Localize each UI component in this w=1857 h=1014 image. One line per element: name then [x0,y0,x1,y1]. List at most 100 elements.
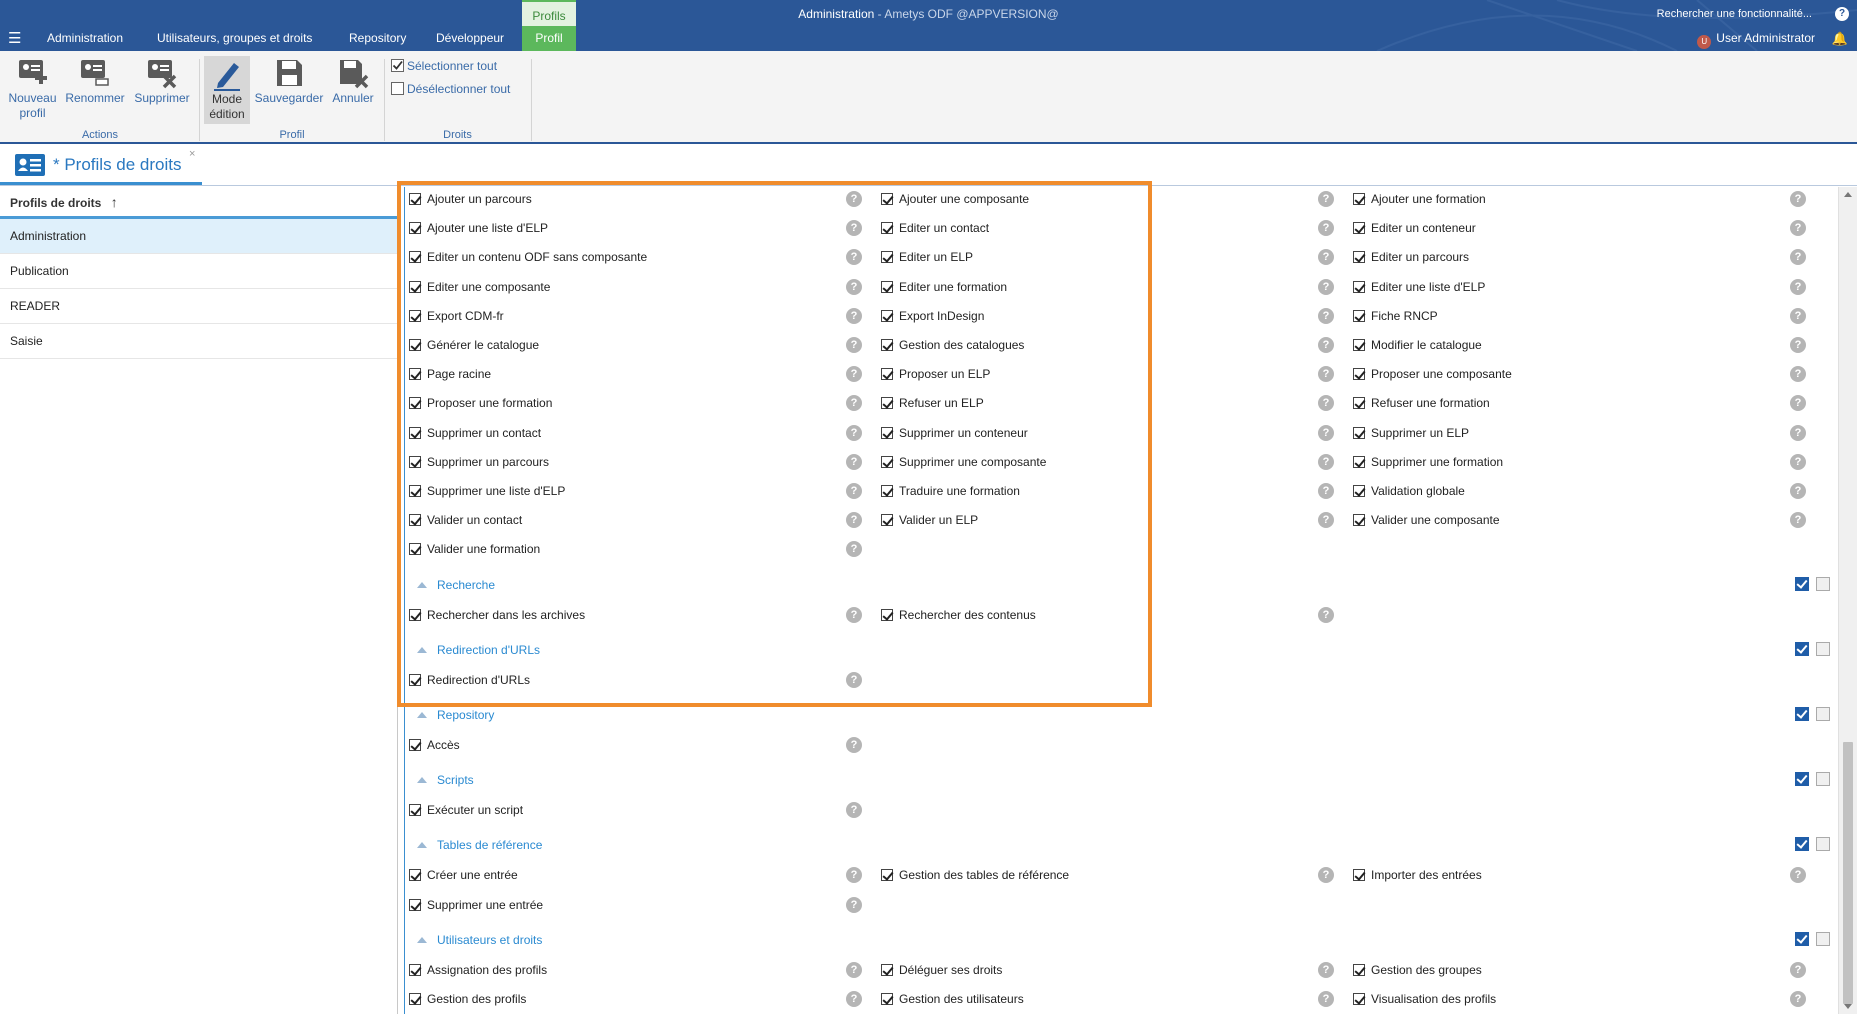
checkbox-checked-icon[interactable] [881,222,893,235]
help-icon[interactable]: ? [1790,307,1806,324]
collapse-arrow-icon[interactable] [417,712,427,718]
help-icon[interactable]: ? [1318,453,1334,470]
edit-mode-button[interactable]: Mode édition [204,56,250,124]
help-icon[interactable]: ? [1318,249,1334,266]
help-icon[interactable]: ? [1790,512,1806,529]
help-icon[interactable]: ? [1790,483,1806,499]
checkbox-checked-icon[interactable] [881,339,893,351]
category-header[interactable]: Recherche [417,578,495,592]
sort-ascending-icon[interactable]: ↑ [111,194,118,210]
checkbox-checked-icon[interactable] [1353,426,1365,439]
checkbox-checked-icon[interactable] [409,251,421,264]
help-icon[interactable]: ? [846,483,862,499]
menu-icon[interactable]: ☰ [8,31,21,46]
close-icon[interactable]: × [189,148,195,160]
help-icon[interactable]: ? [1790,424,1806,441]
right-checkbox[interactable]: Proposer un ELP [881,367,990,381]
category-header[interactable]: Scripts [417,773,474,787]
profiles-grid-header[interactable]: Profils de droits ↑ [0,187,397,219]
right-checkbox[interactable]: Gestion des groupes [1353,963,1482,977]
help-icon[interactable]: ? [846,606,862,623]
help-icon[interactable]: ? [1318,395,1334,412]
right-checkbox[interactable]: Valider une formation [409,542,540,556]
right-checkbox[interactable]: Ajouter une composante [881,192,1029,206]
checkbox-checked-icon[interactable] [409,804,421,817]
right-checkbox[interactable]: Editer un conteneur [1353,221,1476,235]
help-icon[interactable]: ? [1318,991,1334,1007]
help-icon[interactable]: ? [846,424,862,441]
help-icon[interactable]: ? [1790,220,1806,237]
cancel-button[interactable]: Annuler [328,56,378,106]
right-checkbox[interactable]: Refuser un ELP [881,396,984,410]
right-checkbox[interactable]: Supprimer une formation [1353,455,1503,469]
deselect-all-button[interactable]: Désélectionner tout [391,82,510,96]
help-icon[interactable]: ? [1318,606,1334,623]
collapse-arrow-icon[interactable] [417,646,427,653]
scroll-up-arrow-icon[interactable] [1844,192,1852,197]
right-checkbox[interactable]: Gestion des catalogues [881,338,1024,352]
checkbox-checked-icon[interactable] [881,963,893,976]
checkbox-checked-icon[interactable] [409,426,421,439]
tab-developer[interactable]: Développeur [436,31,504,45]
collapse-arrow-icon[interactable] [417,777,427,784]
checkbox-checked-icon[interactable] [409,673,421,686]
right-checkbox[interactable]: Importer des entrées [1353,868,1482,882]
right-checkbox[interactable]: Exécuter un script [409,803,523,817]
right-checkbox[interactable]: Editer une formation [881,280,1007,294]
checkbox-checked-icon[interactable] [409,193,421,205]
category-deselect-all-checkbox[interactable] [1816,707,1830,721]
right-checkbox[interactable]: Supprimer un conteneur [881,426,1028,440]
checkbox-checked-icon[interactable] [409,280,421,293]
checkbox-checked-icon[interactable] [409,397,421,410]
category-header[interactable]: Tables de référence [417,838,542,852]
right-checkbox[interactable]: Traduire une formation [881,484,1020,498]
checkbox-checked-icon[interactable] [1353,339,1365,351]
right-checkbox[interactable]: Accès [409,738,460,752]
checkbox-checked-icon[interactable] [1353,963,1365,976]
right-checkbox[interactable]: Editer un ELP [881,250,973,264]
right-checkbox[interactable]: Refuser une formation [1353,396,1490,410]
right-checkbox[interactable]: Supprimer une composante [881,455,1046,469]
checkbox-checked-icon[interactable] [881,397,893,410]
tab-users-groups-rights[interactable]: Utilisateurs, groupes et droits [157,31,312,45]
checkbox-checked-icon[interactable] [409,869,421,882]
help-icon[interactable]: ? [1790,867,1806,884]
save-button[interactable]: Sauvegarder [253,56,325,106]
right-checkbox[interactable]: Valider un contact [409,513,522,527]
right-checkbox[interactable]: Gestion des utilisateurs [881,992,1024,1006]
help-icon[interactable]: ? [1318,337,1334,353]
checkbox-checked-icon[interactable] [409,455,421,468]
checkbox-checked-icon[interactable] [1353,251,1365,264]
help-icon[interactable]: ? [846,395,862,412]
profile-row-publication[interactable]: Publication [0,254,397,289]
checkbox-checked-icon[interactable] [409,963,421,976]
checkbox-checked-icon[interactable] [409,739,421,751]
checkbox-checked-icon[interactable] [881,426,893,439]
right-checkbox[interactable]: Redirection d'URLs [409,673,530,687]
right-checkbox[interactable]: Générer le catalogue [409,338,539,352]
right-checkbox[interactable]: Valider un ELP [881,513,978,527]
help-icon[interactable]: ? [846,337,862,353]
help-icon[interactable]: ? [1318,220,1334,237]
scrollbar-thumb[interactable] [1843,742,1853,1004]
checkbox-checked-icon[interactable] [409,993,421,1005]
right-checkbox[interactable]: Gestion des profils [409,992,526,1006]
help-icon[interactable]: ? [846,249,862,266]
right-checkbox[interactable]: Editer une composante [409,280,550,294]
checkbox-checked-icon[interactable] [881,485,893,497]
help-icon[interactable]: ? [1318,278,1334,295]
right-checkbox[interactable]: Export CDM-fr [409,309,504,323]
help-icon[interactable]: ? [1318,483,1334,499]
checkbox-checked-icon[interactable] [881,251,893,264]
right-checkbox[interactable]: Ajouter une liste d'ELP [409,221,548,235]
help-icon[interactable]: ? [1790,278,1806,295]
help-icon[interactable]: ? [846,802,862,819]
right-checkbox[interactable]: Supprimer un contact [409,426,541,440]
checkbox-checked-icon[interactable] [409,368,421,381]
checkbox-checked-icon[interactable] [1353,455,1365,468]
checkbox-checked-icon[interactable] [881,608,893,621]
right-checkbox[interactable]: Ajouter une formation [1353,192,1486,206]
right-checkbox[interactable]: Assignation des profils [409,963,547,977]
category-select-all-checkbox[interactable] [1795,931,1809,946]
help-icon[interactable]: ? [1835,7,1849,21]
